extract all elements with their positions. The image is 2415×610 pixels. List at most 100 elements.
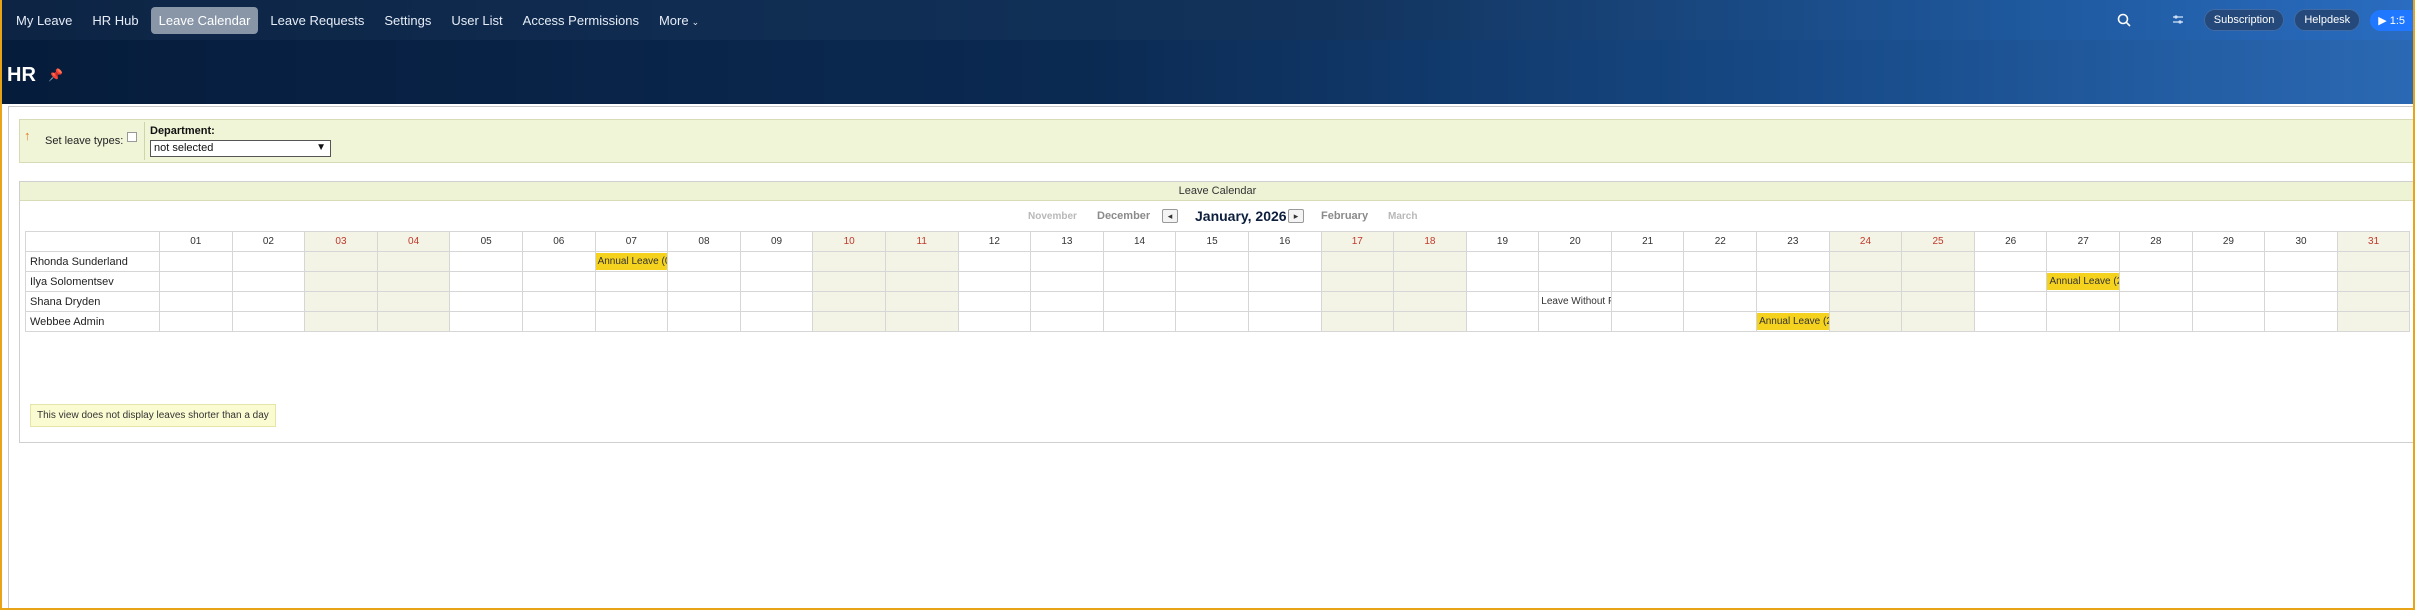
next-month-arrow-icon[interactable]: ▸ xyxy=(1288,209,1304,223)
nav-item-my-leave[interactable]: My Leave xyxy=(8,7,80,34)
day-cell[interactable] xyxy=(884,311,959,332)
day-cell[interactable] xyxy=(2119,311,2193,332)
day-cell[interactable]: Leave Without Pay xyxy=(1538,291,1612,312)
day-cell[interactable] xyxy=(2264,271,2338,292)
day-cell[interactable] xyxy=(1393,251,1467,272)
day-cell[interactable] xyxy=(1465,271,1540,292)
day-cell[interactable] xyxy=(1683,271,1758,292)
day-cell[interactable] xyxy=(159,251,233,272)
leave-bar[interactable]: Annual Leave (23/01/2026 - 26/01/2026) xyxy=(1757,313,1829,330)
day-cell[interactable] xyxy=(2264,291,2338,312)
day-cell[interactable] xyxy=(1393,271,1467,292)
day-cell[interactable] xyxy=(2119,251,2193,272)
nav-item-leave-calendar[interactable]: Leave Calendar xyxy=(150,6,259,34)
day-cell[interactable] xyxy=(594,271,669,292)
nav-item-settings[interactable]: Settings xyxy=(376,7,439,34)
day-cell[interactable] xyxy=(521,251,596,272)
filter-sliders-icon[interactable] xyxy=(2166,8,2190,32)
leave-bar[interactable]: Annual Leave (27/01/2026) xyxy=(2047,273,2119,290)
day-cell[interactable] xyxy=(1756,291,1830,312)
nav-item-access-permissions[interactable]: Access Permissions xyxy=(515,7,647,34)
day-cell[interactable] xyxy=(1973,251,2048,272)
day-cell[interactable] xyxy=(594,311,669,332)
day-cell[interactable] xyxy=(1320,311,1395,332)
day-cell[interactable] xyxy=(667,271,741,292)
filter-toggle-icon[interactable]: ↑ xyxy=(24,128,31,143)
day-cell[interactable] xyxy=(1175,271,1249,292)
leave-bar[interactable]: Leave Without Pay xyxy=(1540,293,1610,310)
day-cell[interactable] xyxy=(1393,311,1467,332)
day-cell[interactable] xyxy=(1247,311,1322,332)
day-cell[interactable] xyxy=(521,311,596,332)
day-cell[interactable] xyxy=(1030,251,1104,272)
month-link-next1[interactable]: February xyxy=(1321,210,1368,222)
day-cell[interactable] xyxy=(1973,311,2048,332)
search-icon[interactable] xyxy=(2112,8,2136,32)
day-cell[interactable] xyxy=(667,311,741,332)
nav-more-menu[interactable]: More ⌄ xyxy=(651,7,707,34)
day-cell[interactable] xyxy=(1828,311,1903,332)
day-cell[interactable] xyxy=(376,311,451,332)
day-cell[interactable] xyxy=(1683,311,1758,332)
day-cell[interactable] xyxy=(2119,271,2193,292)
day-cell[interactable] xyxy=(1828,251,1903,272)
day-cell[interactable] xyxy=(2264,251,2338,272)
day-cell[interactable] xyxy=(2336,311,2411,332)
day-cell[interactable] xyxy=(1610,271,1685,292)
leave-types-checkbox[interactable] xyxy=(127,132,137,142)
day-cell[interactable] xyxy=(957,251,1032,272)
day-cell[interactable] xyxy=(1901,311,1975,332)
day-cell[interactable] xyxy=(739,311,814,332)
play-timer-button[interactable]: ▶ 1:5 xyxy=(2370,9,2415,31)
day-cell[interactable] xyxy=(1102,311,1177,332)
day-cell[interactable] xyxy=(739,291,814,312)
prev-month-arrow-icon[interactable]: ◂ xyxy=(1162,209,1178,223)
day-cell[interactable] xyxy=(1247,251,1322,272)
day-cell[interactable] xyxy=(1756,251,1830,272)
day-cell[interactable] xyxy=(231,291,306,312)
day-cell[interactable] xyxy=(376,291,451,312)
day-cell[interactable] xyxy=(1683,291,1758,312)
day-cell[interactable] xyxy=(449,311,523,332)
helpdesk-button[interactable]: Helpdesk xyxy=(2294,9,2361,31)
day-cell[interactable] xyxy=(376,251,451,272)
day-cell[interactable] xyxy=(2191,311,2266,332)
day-cell[interactable] xyxy=(449,291,523,312)
day-cell[interactable] xyxy=(304,251,378,272)
day-cell[interactable] xyxy=(1102,271,1177,292)
day-cell[interactable] xyxy=(1610,311,1685,332)
month-link-prev1[interactable]: December xyxy=(1097,210,1150,222)
day-cell[interactable] xyxy=(1247,291,1322,312)
month-link-next2[interactable]: March xyxy=(1388,211,1417,222)
day-cell[interactable] xyxy=(1901,271,1975,292)
day-cell[interactable] xyxy=(2336,291,2411,312)
day-cell[interactable] xyxy=(1175,291,1249,312)
day-cell[interactable] xyxy=(1901,291,1975,312)
day-cell[interactable] xyxy=(1538,271,1612,292)
day-cell[interactable] xyxy=(159,271,233,292)
month-link-prev2[interactable]: November xyxy=(1028,211,1077,222)
day-cell[interactable] xyxy=(812,251,886,272)
day-cell[interactable] xyxy=(667,251,741,272)
day-cell[interactable] xyxy=(1102,291,1177,312)
leave-bar[interactable]: Annual Leave (07/01/2026) xyxy=(596,253,667,270)
day-cell[interactable] xyxy=(957,311,1032,332)
pin-icon[interactable]: 📌 xyxy=(48,68,63,82)
day-cell[interactable] xyxy=(521,271,596,292)
day-cell[interactable] xyxy=(231,251,306,272)
day-cell[interactable] xyxy=(304,291,378,312)
nav-item-leave-requests[interactable]: Leave Requests xyxy=(262,7,372,34)
day-cell[interactable] xyxy=(376,271,451,292)
day-cell[interactable] xyxy=(812,271,886,292)
day-cell[interactable] xyxy=(1320,271,1395,292)
day-cell[interactable] xyxy=(449,271,523,292)
day-cell[interactable] xyxy=(1320,291,1395,312)
day-cell[interactable]: Annual Leave (23/01/2026 - 26/01/2026) xyxy=(1756,311,1830,332)
day-cell[interactable] xyxy=(2119,291,2193,312)
day-cell[interactable] xyxy=(1465,291,1540,312)
day-cell[interactable] xyxy=(1465,311,1540,332)
day-cell[interactable] xyxy=(1828,291,1903,312)
day-cell[interactable] xyxy=(1247,271,1322,292)
day-cell[interactable] xyxy=(594,291,669,312)
day-cell[interactable] xyxy=(2046,291,2121,312)
